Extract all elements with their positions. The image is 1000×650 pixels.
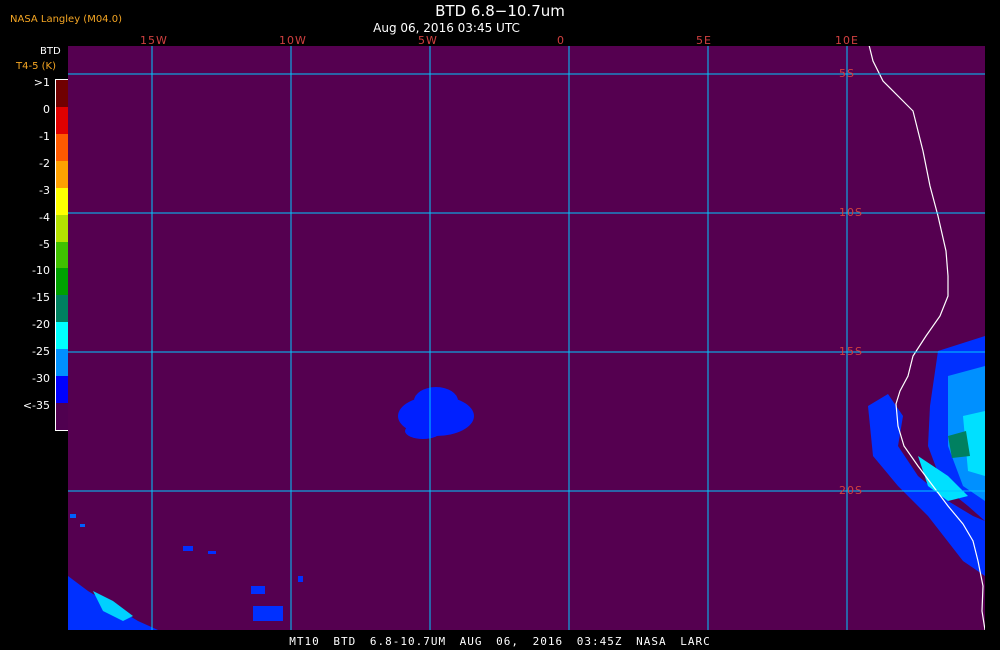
latitude-label: 10S bbox=[839, 206, 863, 219]
longitude-label: 0 bbox=[557, 34, 565, 47]
longitude-label: 10E bbox=[835, 34, 859, 47]
satellite-map bbox=[68, 46, 985, 630]
latitude-label: 5S bbox=[839, 67, 855, 80]
legend-label: -2 bbox=[39, 156, 50, 170]
latitude-label: 15S bbox=[839, 345, 863, 358]
legend-label: -10 bbox=[32, 264, 50, 278]
legend-label: -4 bbox=[39, 210, 50, 224]
legend-label: -5 bbox=[39, 237, 50, 251]
legend-label: >1 bbox=[33, 76, 50, 89]
legend-unit-line1: BTD bbox=[40, 46, 61, 57]
legend-label: -15 bbox=[32, 291, 50, 305]
longitude-label: 10W bbox=[279, 34, 307, 47]
product-title: BTD 6.8−10.7um bbox=[435, 2, 565, 20]
legend-label: <-35 bbox=[22, 399, 50, 413]
longitude-label: 15W bbox=[140, 34, 168, 47]
legend-label: -3 bbox=[39, 183, 50, 197]
legend-label: -25 bbox=[32, 345, 50, 359]
latitude-label: 20S bbox=[839, 484, 863, 497]
legend-label: -1 bbox=[39, 129, 50, 143]
legend-unit-line2: T4-5 (K) bbox=[16, 61, 56, 72]
legend-label: -20 bbox=[32, 318, 50, 332]
legend-label: 0 bbox=[43, 102, 50, 116]
longitude-label: 5W bbox=[418, 34, 438, 47]
footer-caption: MT10 BTD 6.8-10.7UM AUG 06, 2016 03:45Z … bbox=[289, 635, 711, 648]
timestamp-subtitle: Aug 06, 2016 03:45 UTC bbox=[373, 21, 520, 35]
longitude-label: 5E bbox=[696, 34, 712, 47]
legend-label: -30 bbox=[32, 372, 50, 386]
